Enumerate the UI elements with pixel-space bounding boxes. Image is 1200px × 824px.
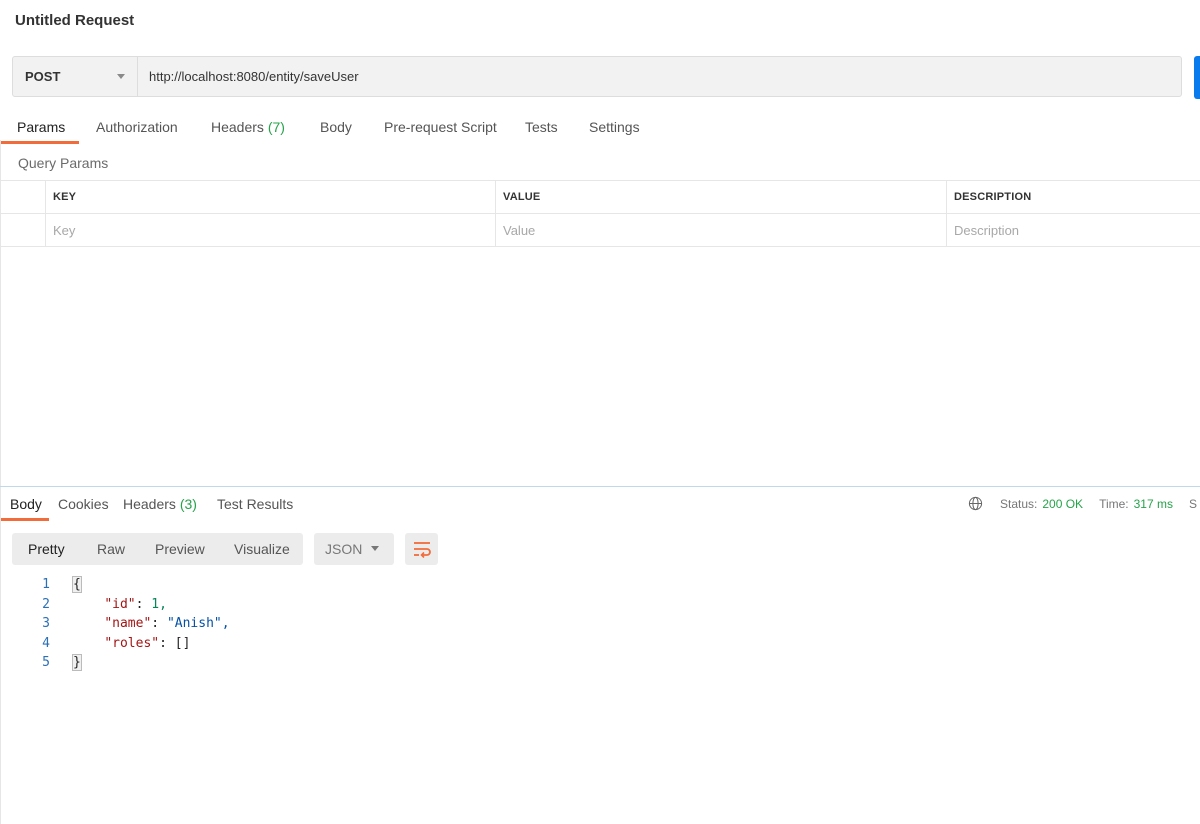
json-value: "Anish", xyxy=(166,616,230,631)
tab-label: Cookies xyxy=(58,496,109,512)
response-tab-headers[interactable]: Headers (3) xyxy=(123,496,197,512)
json-separator: : xyxy=(135,596,152,612)
globe-icon[interactable] xyxy=(968,496,983,511)
value-input[interactable]: Value xyxy=(495,214,946,246)
format-label: JSON xyxy=(325,541,363,557)
key-input[interactable]: Key xyxy=(45,214,495,246)
json-value: [] xyxy=(174,635,191,651)
row-checkbox-column xyxy=(0,181,45,213)
tab-label: Body xyxy=(320,119,352,135)
line-number: 3 xyxy=(42,616,50,631)
tab-body[interactable]: Body xyxy=(320,119,352,135)
query-params-label: Query Params xyxy=(18,155,109,171)
tab-label: Body xyxy=(10,496,42,512)
json-key: "name" xyxy=(104,616,152,631)
table-header-row: KEY VALUE DESCRIPTION xyxy=(0,180,1200,213)
row-checkbox[interactable] xyxy=(0,214,45,246)
table-row: Key Value Description xyxy=(0,213,1200,247)
json-separator: : xyxy=(159,635,175,651)
tab-label: Authorization xyxy=(96,119,178,135)
status-label: Status: xyxy=(1000,496,1038,511)
tab-label: Headers xyxy=(123,496,176,512)
tab-tests[interactable]: Tests xyxy=(525,119,558,135)
json-key: "id" xyxy=(104,596,136,612)
format-select[interactable]: JSON xyxy=(314,533,394,565)
json-separator: : xyxy=(151,616,167,631)
chevron-down-icon xyxy=(117,74,125,79)
tab-label: Pre-request Script xyxy=(384,119,497,135)
tab-authorization[interactable]: Authorization xyxy=(96,119,178,135)
wrap-lines-button[interactable] xyxy=(405,533,438,565)
value-header-label: VALUE xyxy=(503,191,541,203)
tab-label: Tests xyxy=(525,119,558,135)
json-key: "roles" xyxy=(104,635,160,651)
response-status: Status: 200 OK Time: 317 ms S xyxy=(968,496,1197,511)
url-input[interactable]: http://localhost:8080/entity/saveUser xyxy=(138,69,359,84)
line-content: } xyxy=(72,653,82,673)
line-content: "roles": [] xyxy=(73,634,190,654)
description-header: DESCRIPTION xyxy=(946,181,1200,213)
tab-params[interactable]: Params xyxy=(17,119,65,135)
tab-headers[interactable]: Headers (7) xyxy=(211,119,285,135)
line-number: 5 xyxy=(42,655,50,670)
active-response-tab-indicator xyxy=(1,518,49,521)
description-placeholder: Description xyxy=(954,222,1020,238)
view-pretty[interactable]: Pretty xyxy=(28,541,65,557)
line-number: 4 xyxy=(42,635,50,651)
description-input[interactable]: Description xyxy=(946,214,1200,246)
tab-pre-request-script[interactable]: Pre-request Script xyxy=(384,119,497,135)
line-number: 1 xyxy=(42,577,50,592)
view-mode-switcher: Pretty Raw Preview Visualize xyxy=(12,533,303,565)
value-placeholder: Value xyxy=(503,222,536,238)
method-label: POST xyxy=(25,69,61,84)
view-preview[interactable]: Preview xyxy=(155,541,205,557)
key-header-label: KEY xyxy=(53,191,77,203)
query-params-table: KEY VALUE DESCRIPTION Key Value Descript… xyxy=(0,180,1200,247)
time-value[interactable]: 317 ms xyxy=(1134,497,1173,511)
tab-count: (3) xyxy=(179,496,197,512)
tab-label: Params xyxy=(17,119,66,135)
status-value[interactable]: 200 OK xyxy=(1042,497,1083,511)
size-label: S xyxy=(1188,496,1197,511)
open-brace: { xyxy=(72,576,82,593)
active-tab-indicator xyxy=(1,141,79,144)
close-brace: } xyxy=(72,654,82,671)
send-button[interactable] xyxy=(1194,56,1200,99)
url-bar: POST http://localhost:8080/entity/saveUs… xyxy=(12,56,1182,97)
tab-count: (7) xyxy=(267,119,285,135)
tab-label: Settings xyxy=(589,119,640,135)
wrap-lines-icon xyxy=(413,542,431,558)
description-header-label: DESCRIPTION xyxy=(954,191,1032,203)
response-tab-body[interactable]: Body xyxy=(10,496,42,512)
method-select[interactable]: POST xyxy=(13,57,138,96)
postman-request-view: Untitled Request POST http://localhost:8… xyxy=(0,0,1200,824)
line-content: "id": 1, xyxy=(73,595,167,615)
response-tab-test-results[interactable]: Test Results xyxy=(217,496,293,512)
request-title[interactable]: Untitled Request xyxy=(15,12,134,29)
response-divider[interactable] xyxy=(0,486,1200,487)
line-content: { xyxy=(72,575,82,595)
view-visualize[interactable]: Visualize xyxy=(234,541,290,557)
line-content: "name": "Anish", xyxy=(73,614,230,634)
key-header: KEY xyxy=(45,181,495,213)
response-tab-cookies[interactable]: Cookies xyxy=(58,496,109,512)
key-placeholder: Key xyxy=(53,222,76,238)
chevron-down-icon xyxy=(371,546,379,551)
tab-label: Test Results xyxy=(217,496,294,512)
tab-settings[interactable]: Settings xyxy=(589,119,640,135)
value-header: VALUE xyxy=(495,181,946,213)
time-label: Time: xyxy=(1099,496,1129,511)
line-number: 2 xyxy=(42,596,50,612)
view-raw[interactable]: Raw xyxy=(97,541,125,557)
tab-label: Headers xyxy=(211,119,264,135)
json-value: 1, xyxy=(151,596,167,612)
